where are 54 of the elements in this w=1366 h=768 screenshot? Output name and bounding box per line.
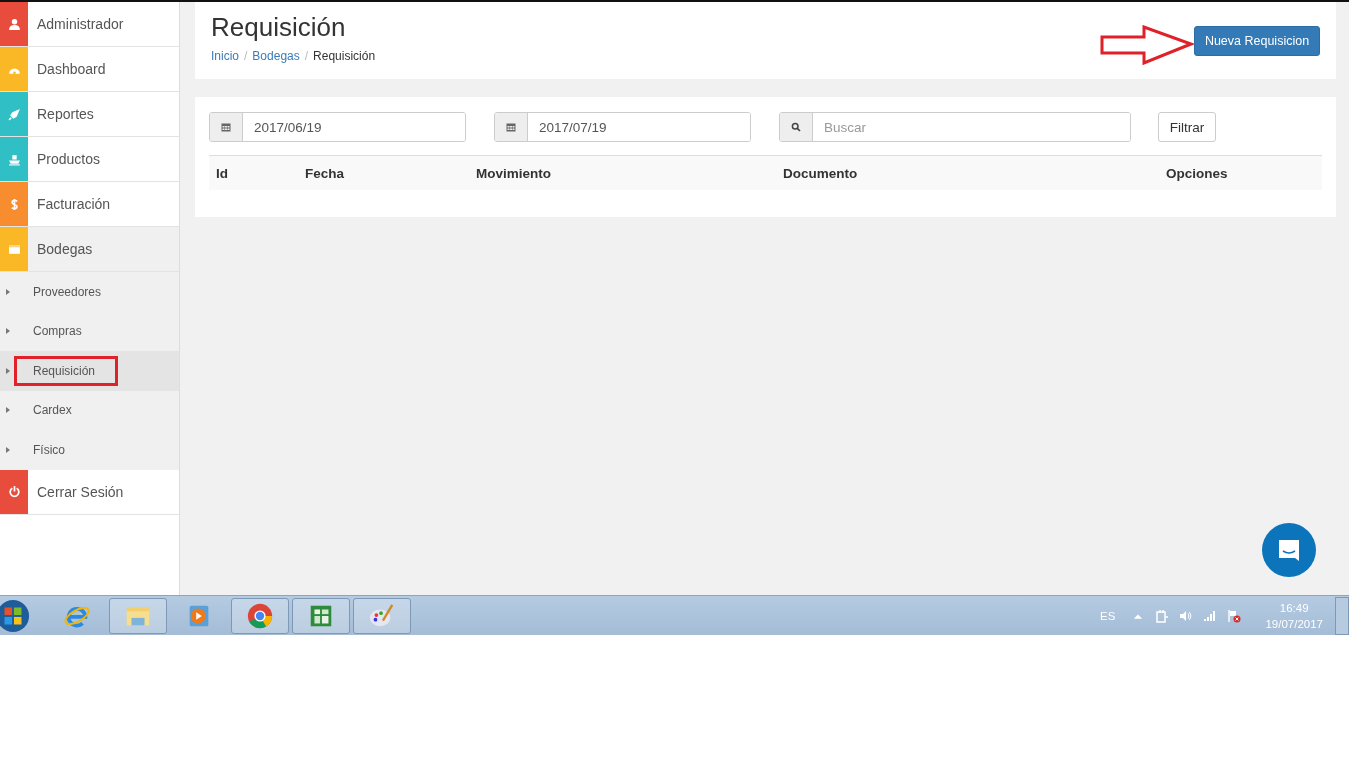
sidebar-item[interactable]: Cerrar Sesión (0, 469, 179, 515)
date-to-field[interactable]: 2017/07/19 (494, 112, 751, 142)
sidebar-item[interactable]: Reportes (0, 92, 179, 137)
date-from-field[interactable]: 2017/06/19 (209, 112, 466, 142)
date-text: 19/07/2017 (1265, 616, 1323, 632)
box-icon (7, 242, 21, 256)
column-header: Fecha (305, 165, 345, 181)
breadcrumb-separator: / (304, 49, 309, 63)
sidebar-item[interactable]: Facturación (0, 182, 179, 227)
chat-icon[interactable] (1262, 523, 1316, 577)
plug-icon[interactable] (1155, 608, 1170, 623)
breadcrumb-link[interactable]: Bodegas (252, 49, 300, 63)
search-icon (791, 122, 801, 132)
filter-button[interactable]: Filtrar (1158, 112, 1216, 142)
sidebar-item[interactable]: Bodegas (0, 227, 179, 272)
breadcrumb-link[interactable]: Inicio (211, 49, 239, 63)
taskbar-button[interactable] (292, 597, 350, 634)
submenu-item[interactable]: Requisición (0, 351, 179, 391)
column-header: Id (216, 165, 228, 181)
show-desktop-button[interactable] (1335, 596, 1349, 635)
signal-icon[interactable] (1203, 608, 1218, 623)
breadcrumb-current: Requisición (313, 49, 376, 63)
new-requisition-button[interactable]: Nueva Requisicion (1194, 26, 1320, 56)
flag-error-icon[interactable] (1227, 608, 1242, 623)
caret-icon (6, 367, 10, 374)
submenu-item[interactable]: Proveedores (0, 272, 179, 312)
sidebar-item[interactable]: Administrador (0, 2, 179, 47)
taskbar-button[interactable] (353, 597, 411, 634)
breadcrumb-separator: / (244, 49, 248, 63)
column-header: Documento (783, 165, 858, 181)
submenu-item[interactable]: Compras (0, 311, 179, 351)
column-header: Opciones (1166, 165, 1228, 181)
rocket-icon (7, 107, 21, 121)
taskbar-button[interactable] (109, 597, 167, 634)
submenu-item[interactable]: Cardex (0, 390, 179, 430)
caret-icon (6, 407, 10, 414)
taskbar-button[interactable] (231, 597, 289, 634)
calendar-icon (221, 122, 231, 132)
power-icon (7, 485, 21, 498)
time-text: 16:49 (1279, 600, 1309, 616)
column-header: Movimiento (476, 165, 551, 181)
sidebar-item[interactable]: Productos (0, 137, 179, 182)
start-icon[interactable] (0, 598, 30, 633)
caret-icon (6, 328, 10, 335)
caret-icon (6, 288, 10, 295)
search-field[interactable]: Buscar (779, 112, 1131, 142)
sidebar-item[interactable]: Dashboard (0, 47, 179, 92)
ship-icon (7, 152, 21, 166)
chrome-icon (246, 601, 274, 630)
calendar-icon (506, 122, 516, 132)
user-icon (7, 17, 21, 31)
submenu-item[interactable]: Físico (0, 430, 179, 470)
caret-icon (6, 446, 10, 453)
page-title: Requisición (211, 12, 347, 43)
